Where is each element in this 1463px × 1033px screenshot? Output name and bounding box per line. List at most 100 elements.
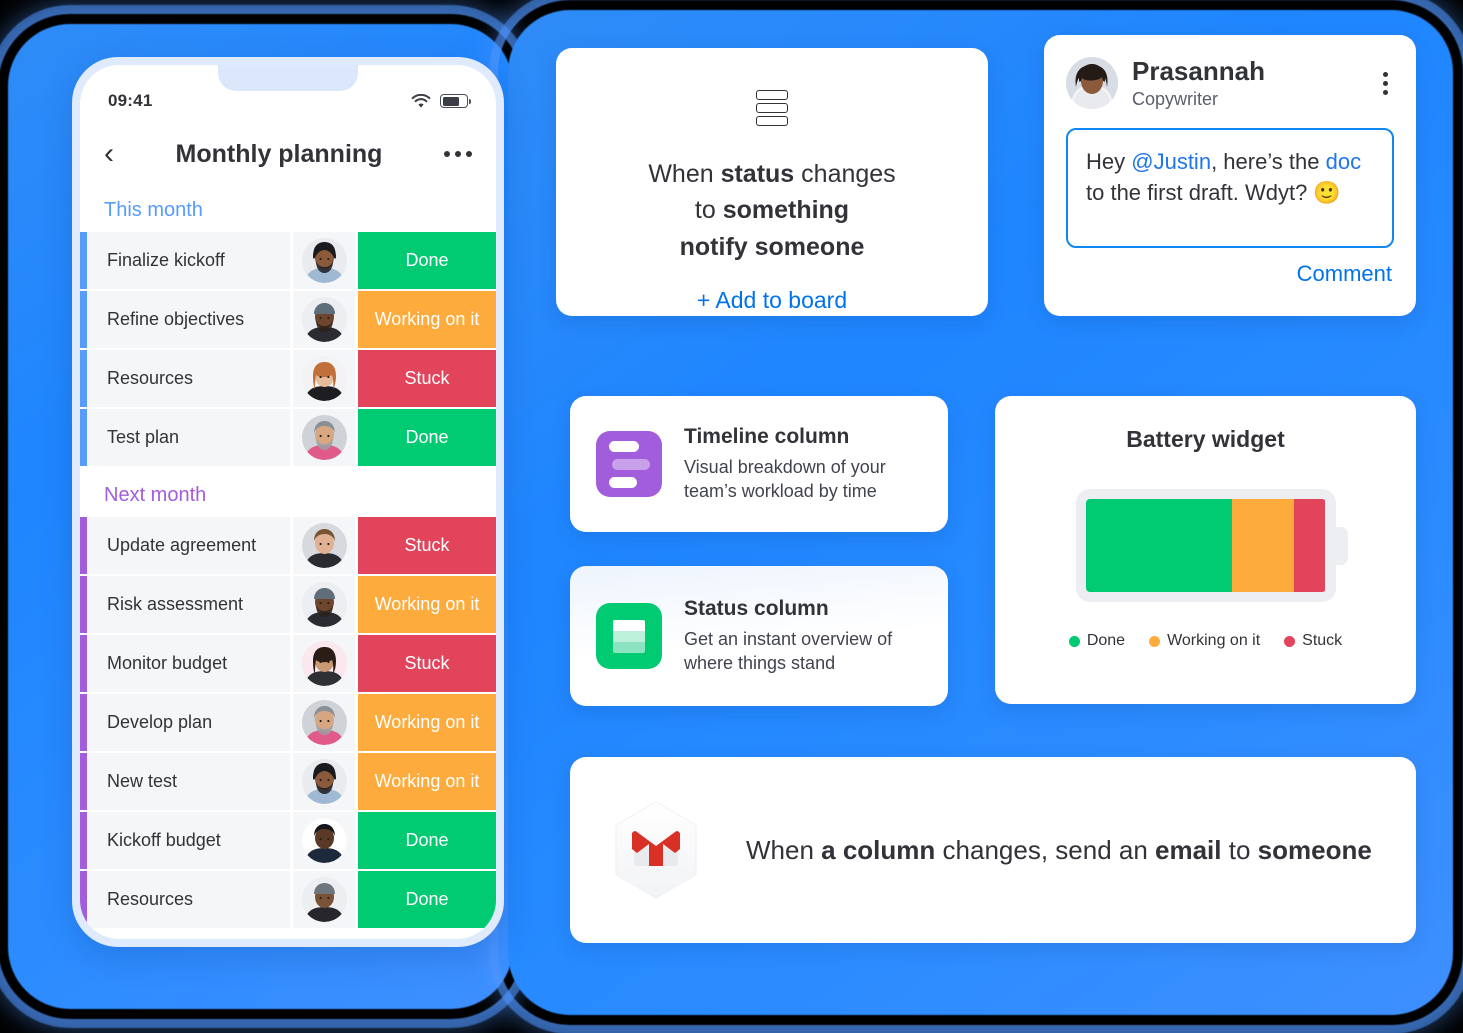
status-badge[interactable]: Done bbox=[358, 409, 496, 466]
automation-recipe-card[interactable]: When status changes to something notify … bbox=[556, 48, 988, 316]
row-avatar[interactable] bbox=[293, 753, 355, 810]
row-task-name: Resources bbox=[87, 871, 290, 928]
legend-label: Stuck bbox=[1302, 632, 1343, 649]
automation-action-token[interactable]: notify someone bbox=[680, 233, 865, 261]
email-automation-text: When a column changes, send an email to … bbox=[746, 835, 1372, 866]
row-avatar[interactable] bbox=[293, 812, 355, 869]
row-avatar[interactable] bbox=[293, 576, 355, 633]
email-automation-card[interactable]: When a column changes, send an email to … bbox=[570, 757, 1416, 943]
legend-item: Stuck bbox=[1284, 632, 1342, 650]
comment-submit-button[interactable]: Comment bbox=[1044, 248, 1416, 287]
table-row[interactable]: Update agreement Stuck bbox=[80, 517, 496, 574]
status-card-description: Get an instant overview of where things … bbox=[684, 628, 893, 673]
table-row[interactable]: Resources Stuck bbox=[80, 350, 496, 407]
legend-label: Done bbox=[1086, 632, 1126, 649]
automation-line2-pre: to bbox=[694, 196, 723, 225]
phone-mockup: 09:41 ‹ Monthly planning This month Final… bbox=[72, 57, 504, 947]
row-color-bar bbox=[80, 350, 87, 407]
status-card-title: Status column bbox=[684, 596, 829, 620]
battery-segment-done bbox=[1085, 499, 1232, 592]
group-title[interactable]: This month bbox=[80, 183, 496, 232]
chevron-left-icon[interactable]: ‹ bbox=[104, 139, 114, 169]
legend-item: Working on it bbox=[1149, 632, 1260, 650]
comment-text-pre: Hey bbox=[1086, 148, 1132, 174]
status-badge[interactable]: Stuck bbox=[358, 635, 496, 692]
table-row[interactable]: Test plan Done bbox=[80, 409, 496, 466]
timeline-card-description: Visual breakdown of your team’s workload… bbox=[684, 456, 886, 501]
timeline-column-card[interactable]: Timeline column Visual breakdown of your… bbox=[570, 396, 948, 532]
battery-legend: Done Working on it Stuck bbox=[995, 632, 1416, 650]
status-column-card[interactable]: Status column Get an instant overview of… bbox=[570, 566, 948, 706]
phone-notch bbox=[218, 65, 358, 91]
status-badge[interactable]: Working on it bbox=[358, 694, 496, 751]
status-badge[interactable]: Working on it bbox=[358, 291, 496, 348]
table-row[interactable]: Resources Done bbox=[80, 871, 496, 928]
row-task-name: Develop plan bbox=[87, 694, 290, 751]
group-rows: Finalize kickoff DoneRefine objectives bbox=[80, 232, 496, 466]
row-avatar[interactable] bbox=[293, 517, 355, 574]
row-color-bar bbox=[80, 694, 87, 751]
group-rows: Update agreement Stuck Risk assessment W… bbox=[80, 517, 496, 928]
more-horizontal-icon[interactable] bbox=[443, 151, 472, 157]
status-badge[interactable]: Stuck bbox=[358, 350, 496, 407]
row-task-name: Update agreement bbox=[87, 517, 290, 574]
comment-input[interactable]: Hey @Justin, here’s the doc to the first… bbox=[1066, 127, 1394, 248]
status-column-rows-icon bbox=[756, 90, 788, 129]
row-color-bar bbox=[80, 517, 87, 574]
row-task-name: Risk assessment bbox=[87, 576, 290, 633]
battery-widget-icon bbox=[1075, 489, 1348, 602]
timeline-column-icon bbox=[596, 431, 662, 497]
comment-author-name: Prasannah bbox=[1132, 56, 1265, 86]
battery-widget-card: Battery widget Done Working on it Stuck bbox=[995, 396, 1416, 704]
row-task-name: Test plan bbox=[87, 409, 290, 466]
status-badge[interactable]: Working on it bbox=[358, 753, 496, 810]
status-badge[interactable]: Working on it bbox=[358, 576, 496, 633]
table-row[interactable]: Monitor budget Stuck bbox=[80, 635, 496, 692]
row-task-name: Refine objectives bbox=[87, 291, 290, 348]
status-badge[interactable]: Done bbox=[358, 871, 496, 928]
row-avatar[interactable] bbox=[293, 871, 355, 928]
email-column-token[interactable]: a column bbox=[821, 835, 935, 865]
avatar bbox=[301, 759, 347, 804]
mention-link[interactable]: @Justin bbox=[1131, 149, 1211, 174]
email-text-pre: When bbox=[746, 834, 822, 865]
phone-screen: 09:41 ‹ Monthly planning This month Final… bbox=[80, 65, 496, 939]
status-badge[interactable]: Done bbox=[358, 812, 496, 869]
add-to-board-button[interactable]: + Add to board bbox=[582, 287, 962, 314]
row-task-name: Kickoff budget bbox=[87, 812, 290, 869]
row-avatar[interactable] bbox=[293, 409, 355, 466]
group-title[interactable]: Next month bbox=[80, 468, 496, 517]
legend-label: Working on it bbox=[1167, 632, 1261, 649]
avatar bbox=[301, 582, 347, 627]
row-task-name: Finalize kickoff bbox=[87, 232, 290, 289]
row-color-bar bbox=[80, 576, 87, 633]
table-row[interactable]: Kickoff budget Done bbox=[80, 812, 496, 869]
avatar bbox=[301, 238, 347, 283]
email-recipient-token[interactable]: someone bbox=[1258, 835, 1372, 865]
battery-segment-working-on-it bbox=[1231, 499, 1295, 592]
status-badge[interactable]: Done bbox=[358, 232, 496, 289]
row-color-bar bbox=[80, 812, 87, 869]
row-color-bar bbox=[80, 753, 87, 810]
automation-value-token[interactable]: something bbox=[723, 196, 849, 224]
row-avatar[interactable] bbox=[293, 232, 355, 289]
row-avatar[interactable] bbox=[293, 635, 355, 692]
row-avatar[interactable] bbox=[293, 350, 355, 407]
table-row[interactable]: New test Working on it bbox=[80, 753, 496, 810]
automation-line1-tail: changes bbox=[794, 160, 896, 188]
avatar bbox=[1066, 57, 1118, 110]
email-action-token[interactable]: email bbox=[1155, 835, 1222, 865]
row-avatar[interactable] bbox=[293, 694, 355, 751]
table-row[interactable]: Develop plan Working on it bbox=[80, 694, 496, 751]
automation-trigger-token[interactable]: status bbox=[721, 160, 795, 188]
avatar bbox=[301, 641, 347, 686]
status-badge[interactable]: Stuck bbox=[358, 517, 496, 574]
more-vertical-icon[interactable] bbox=[1377, 68, 1394, 99]
row-color-bar bbox=[80, 409, 87, 466]
table-row[interactable]: Risk assessment Working on it bbox=[80, 576, 496, 633]
row-avatar[interactable] bbox=[293, 291, 355, 348]
doc-link[interactable]: doc bbox=[1326, 149, 1361, 174]
table-row[interactable]: Refine objectives Working on it bbox=[80, 291, 496, 348]
battery-widget-title: Battery widget bbox=[1126, 426, 1285, 452]
table-row[interactable]: Finalize kickoff Done bbox=[80, 232, 496, 289]
